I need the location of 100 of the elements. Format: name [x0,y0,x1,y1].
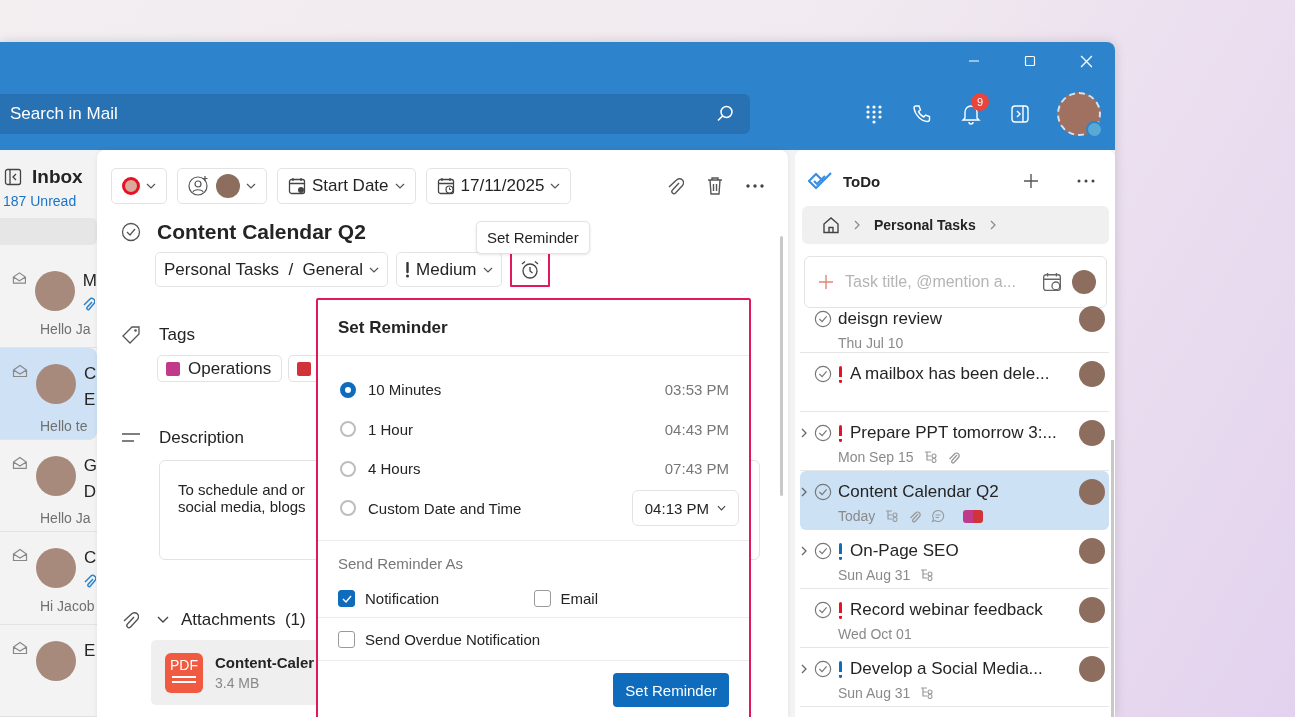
description-icon [121,432,141,444]
dialpad-icon[interactable] [865,104,883,124]
envelope-icon [12,640,28,655]
expand-chevron-icon[interactable] [801,428,807,438]
task-title[interactable]: Content Calendar Q2 [157,220,366,244]
attachments-toggle[interactable]: Attachments (1) [157,610,306,630]
close-icon[interactable] [1080,55,1093,68]
collapse-icon[interactable] [4,168,22,186]
sender-avatar [36,640,76,681]
start-date-dropdown[interactable]: Start Date [277,168,416,204]
option-time: 04:43 PM [664,420,729,438]
status-dropdown[interactable] [111,168,167,204]
more-icon[interactable] [746,184,764,188]
message-item[interactable]: C E Hello te [0,347,97,440]
expand-chevron-icon[interactable] [801,487,807,497]
task-item[interactable]: deisgn review Thu Jul 10 [800,306,1109,353]
message-item[interactable]: G D Hello Ja [0,439,97,533]
exclamation-icon [405,261,411,278]
checkbox[interactable] [338,630,355,648]
complete-icon[interactable] [814,542,832,560]
checkbox[interactable] [533,590,551,607]
envelope-icon [12,271,27,286]
chevron-down-icon [157,616,169,624]
task-title: Develop a Social Media... [850,659,1044,679]
set-reminder-button[interactable] [509,252,550,287]
time-dropdown[interactable]: 04:13 PM [631,490,739,527]
side-panel-icon[interactable] [1010,104,1030,124]
assignee-dropdown[interactable] [177,168,267,204]
assignee-avatar[interactable] [1072,270,1096,294]
chevron-right-icon [854,220,860,230]
trash-icon[interactable] [706,176,724,196]
message-item[interactable]: E [0,624,97,717]
message-preview: Hello Ja [39,508,92,526]
assignee-avatar [1079,306,1105,332]
tooltip: Set Reminder [476,221,590,254]
complete-icon[interactable] [814,365,832,383]
complete-icon[interactable] [814,601,832,619]
task-item[interactable]: On-Page SEO Sun Aug 31 [800,530,1109,589]
complete-icon[interactable] [814,483,832,501]
task-title: A mailbox has been dele... [850,364,1051,384]
profile-avatar[interactable] [1057,92,1101,136]
expand-chevron-icon[interactable] [801,546,807,556]
unread-count[interactable]: 187 Unread [0,188,97,209]
task-item[interactable]: Content Calendar Q2 Today [800,471,1109,530]
chevron-down-icon [550,183,561,189]
search-field[interactable]: Search in Mail [0,94,750,134]
task-item[interactable]: Record webinar feedback Wed Oct 01 [800,589,1109,648]
due-date: Sun Aug 31 [838,567,911,583]
assignee-avatar [1079,479,1105,505]
pdf-icon: PDF [165,652,203,693]
radio-button[interactable] [340,500,356,517]
due-date-dropdown[interactable]: 17/11/2025 [425,168,572,204]
search-icon[interactable] [715,104,735,124]
phone-icon[interactable] [912,104,932,124]
chevron-down-icon [717,505,726,512]
complete-icon[interactable] [814,424,832,442]
radio-button[interactable] [340,460,356,477]
message-item[interactable]: M Hello Ja [0,255,97,348]
message-item[interactable]: C Hi Jacob [0,532,97,625]
list-dropdown[interactable]: Personal Tasks / General [155,252,389,287]
expand-chevron-icon[interactable] [801,664,807,674]
due-date: Today [838,508,876,524]
breadcrumb-link[interactable]: Personal Tasks [874,217,976,233]
maximize-icon[interactable] [1024,55,1036,67]
task-title: deisgn review [838,309,943,329]
complete-icon[interactable] [121,222,141,242]
add-icon[interactable] [1023,173,1039,189]
file-name: Content-Caler [215,654,315,671]
scrollbar[interactable] [780,236,783,496]
checkbox[interactable] [338,590,355,607]
scrollbar[interactable] [1111,440,1114,717]
paperclip-icon[interactable] [666,176,684,196]
set-reminder-button[interactable]: Set Reminder [613,673,729,707]
checkmark-icon [341,594,352,603]
add-person-icon [188,175,210,197]
more-icon[interactable] [1077,179,1095,183]
sender-name: C [84,548,97,569]
chevron-down-icon [246,183,256,189]
envelope-icon [12,363,28,378]
home-icon[interactable] [822,216,840,234]
complete-icon[interactable] [814,310,832,328]
due-date: Mon Sep 15 [838,449,914,465]
due-date: Wed Oct 01 [838,626,912,642]
option-label: 1 Hour [368,420,415,438]
tag-chip[interactable]: Operations [157,355,283,382]
priority-dropdown[interactable]: Medium [396,252,502,287]
folder-title: Inbox [32,166,83,188]
radio-button[interactable] [340,381,356,398]
task-item[interactable]: Develop a Social Media... Sun Aug 31 [800,648,1109,707]
paperclip-icon [121,610,139,630]
description-text: To schedule and or [178,481,305,498]
chevron-down-icon [482,266,493,273]
task-item[interactable]: A mailbox has been dele... [800,353,1109,412]
radio-button[interactable] [340,421,356,438]
section-label: Send Reminder As [338,555,465,572]
complete-icon[interactable] [814,660,832,678]
calendar-clock-icon[interactable] [1042,272,1062,292]
due-date: Sun Aug 31 [838,685,911,701]
message-subject: E [84,389,97,410]
chevron-down-icon [146,183,156,189]
